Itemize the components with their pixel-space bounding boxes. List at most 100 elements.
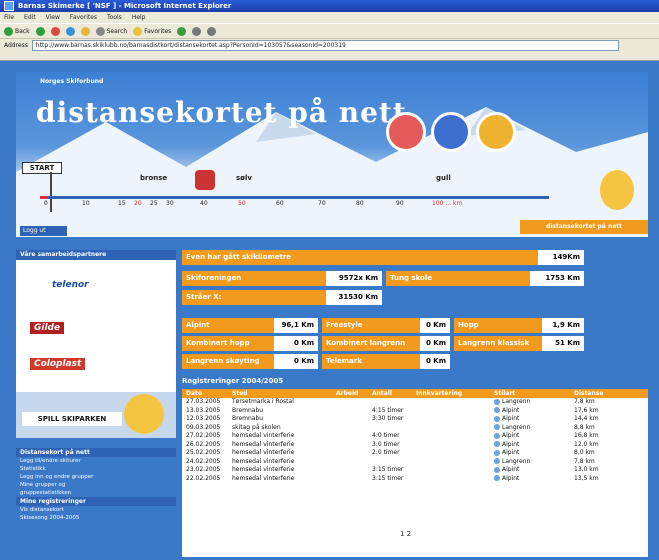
menu-file[interactable]: File (4, 12, 14, 23)
col-distance[interactable]: Distanse (574, 389, 634, 398)
coloplast-logo[interactable]: Coloplast (30, 358, 86, 370)
star-icon (133, 26, 143, 36)
progress-fill (40, 196, 48, 199)
browser-window: Barnas Skimerke [ 'NSF ] - Microsoft Int… (0, 0, 659, 61)
logout-button[interactable]: Logg ut (20, 226, 67, 236)
total-label: Even har gått skikilometre (182, 250, 538, 265)
sponsor-header: Våre samarbeidspartnere (16, 250, 176, 260)
media-icon[interactable] (177, 26, 187, 36)
col-date[interactable]: Dato (182, 389, 232, 398)
telenor-logo[interactable]: telenor (52, 280, 89, 290)
skier-icon (494, 466, 500, 473)
search-button[interactable]: Search (95, 26, 127, 36)
style-value: 0 Km (420, 336, 450, 351)
style-value: 1,9 Km (542, 318, 584, 333)
nav-link[interactable]: Legg inn og endre grupper (16, 473, 176, 481)
col-count[interactable]: Antall (372, 389, 416, 398)
window-title: Barnas Skimerke [ 'NSF ] - Microsoft Int… (18, 2, 232, 10)
game-mascot-icon (124, 394, 164, 434)
scale-tick: 90 (396, 200, 404, 207)
marker-silver: sølv (236, 174, 252, 182)
table-row[interactable]: 24.02.2005 hemsedal vinterferie Langrenn 7,… (182, 458, 648, 467)
scale-tick: 25 (150, 200, 158, 207)
table-row[interactable]: 12.03.2005 Bremnabu 3:30 timer Alpint 14,4 k… (182, 415, 648, 424)
nav-link[interactable]: gruppestatistikken (16, 489, 176, 497)
skiforbund-logo: Norges Skiforbund (40, 78, 104, 85)
site-banner: Norges Skiforbund distansekortet på nett (16, 72, 648, 237)
scale-tick: 100 ... km (432, 200, 463, 207)
forward-arrow-icon[interactable] (35, 26, 45, 36)
ie-icon (4, 1, 14, 11)
style-label: Alpint (182, 318, 274, 333)
table-row[interactable]: 25.02.2005 hemsedal vinterferie 2:0 timer A… (182, 449, 648, 458)
back-arrow-icon (4, 26, 13, 36)
favorites-button[interactable]: Favorites (133, 26, 171, 36)
table-row[interactable]: 23.02.2005 hemsedal vinterferie 3:15 timer… (182, 466, 648, 475)
bronze-badge-icon (386, 112, 426, 152)
style-value: 96,1 Km (274, 318, 318, 333)
area-value: 31530 Km (326, 290, 382, 305)
nav-link[interactable]: Statistikk (16, 465, 176, 473)
game-promo[interactable]: SPILL SKIPARKEN (16, 392, 176, 438)
nav-link[interactable]: Mine grupper og (16, 481, 176, 489)
menu-edit[interactable]: Edit (24, 12, 36, 23)
style-value: 0 Km (274, 336, 318, 351)
table-header: Dato Sted Arbeid Antall Innkvartering St… (182, 389, 648, 398)
address-bar: Address http://www.barnas.skiklubb.no/ba… (0, 39, 659, 51)
skier-icon (494, 432, 500, 439)
school-label: Tung skole (386, 271, 530, 286)
menu-tools[interactable]: Tools (107, 12, 122, 23)
table-row[interactable]: 27.02.2005 hemsedal vinterferie 4:0 timer A… (182, 432, 648, 441)
nav-link[interactable]: Vis distansekort (16, 506, 176, 514)
mail-icon[interactable] (192, 26, 202, 36)
nav-link[interactable]: Skisesong 2004-2005 (16, 514, 176, 522)
scale-tick: 60 (276, 200, 284, 207)
gilde-logo[interactable]: Gilde (30, 322, 65, 334)
print-icon[interactable] (207, 26, 217, 36)
home-icon[interactable] (80, 26, 90, 36)
registrations-table: Dato Sted Arbeid Antall Innkvartering St… (182, 389, 648, 557)
pagination[interactable]: 1 2 (400, 530, 411, 538)
stop-icon[interactable] (50, 26, 60, 36)
marker-gold: gull (436, 174, 451, 182)
game-promo-label[interactable]: SPILL SKIPARKEN (22, 412, 122, 426)
scale-tick: 30 (166, 200, 174, 207)
address-input[interactable]: http://www.barnas.skiklubb.no/barnasdist… (31, 39, 619, 51)
mascot-icon (600, 170, 634, 210)
menu-view[interactable]: View (46, 12, 60, 23)
skier-icon (195, 170, 215, 190)
skier-icon (494, 458, 500, 464)
scale-tick: 15 (118, 200, 126, 207)
skier-icon (494, 449, 500, 456)
registrations-title: Registreringer 2004/2005 (182, 377, 284, 385)
skier-icon (494, 407, 500, 413)
school-value: 1753 Km (530, 271, 584, 286)
menu-favorites[interactable]: Favorites (70, 12, 97, 23)
col-work[interactable]: Arbeid (336, 389, 372, 398)
table-row[interactable]: 22.02.2005 hemsedal vinterferie 3:15 timer… (182, 475, 648, 484)
table-row[interactable]: 26.02.2005 hemsedal vinterferie 3:0 timer A… (182, 441, 648, 450)
col-place[interactable]: Sted (232, 389, 336, 398)
brand-title: distansekortet på nett (36, 96, 407, 129)
nav-header: Distansekort på nett (16, 448, 176, 457)
menu-help[interactable]: Help (132, 12, 146, 23)
scale-tick: 40 (200, 200, 208, 207)
style-value: 0 Km (420, 318, 450, 333)
style-value: 51 Km (542, 336, 584, 351)
back-button[interactable]: Back (4, 26, 30, 36)
style-label: Langrenn klassisk (454, 336, 542, 351)
brand-tab[interactable]: distansekortet på nett (520, 220, 648, 234)
col-style[interactable]: Stilart (494, 389, 574, 398)
search-icon (95, 26, 105, 36)
nav-link[interactable]: Legg til/endre skiturer (16, 457, 176, 465)
scale-tick: 0 (44, 200, 48, 207)
reg-header: Mine registreringer (16, 497, 176, 506)
marker-bronze: bronse (140, 174, 168, 182)
style-label: Langrenn skøyting (182, 354, 274, 369)
refresh-icon[interactable] (65, 26, 75, 36)
area-label: Stråer X: (182, 290, 326, 305)
table-row[interactable]: 09.03.2005 skitag på skolen Langrenn 8,8 km (182, 424, 648, 433)
col-lodging[interactable]: Innkvartering (416, 389, 494, 398)
table-row[interactable]: 13.03.2005 Bremnabu 4:15 timer Alpint 17,6 k… (182, 407, 648, 416)
table-row[interactable]: 27.03.2005 Tørsetmarka i Rostal Langrenn 7,… (182, 398, 648, 407)
